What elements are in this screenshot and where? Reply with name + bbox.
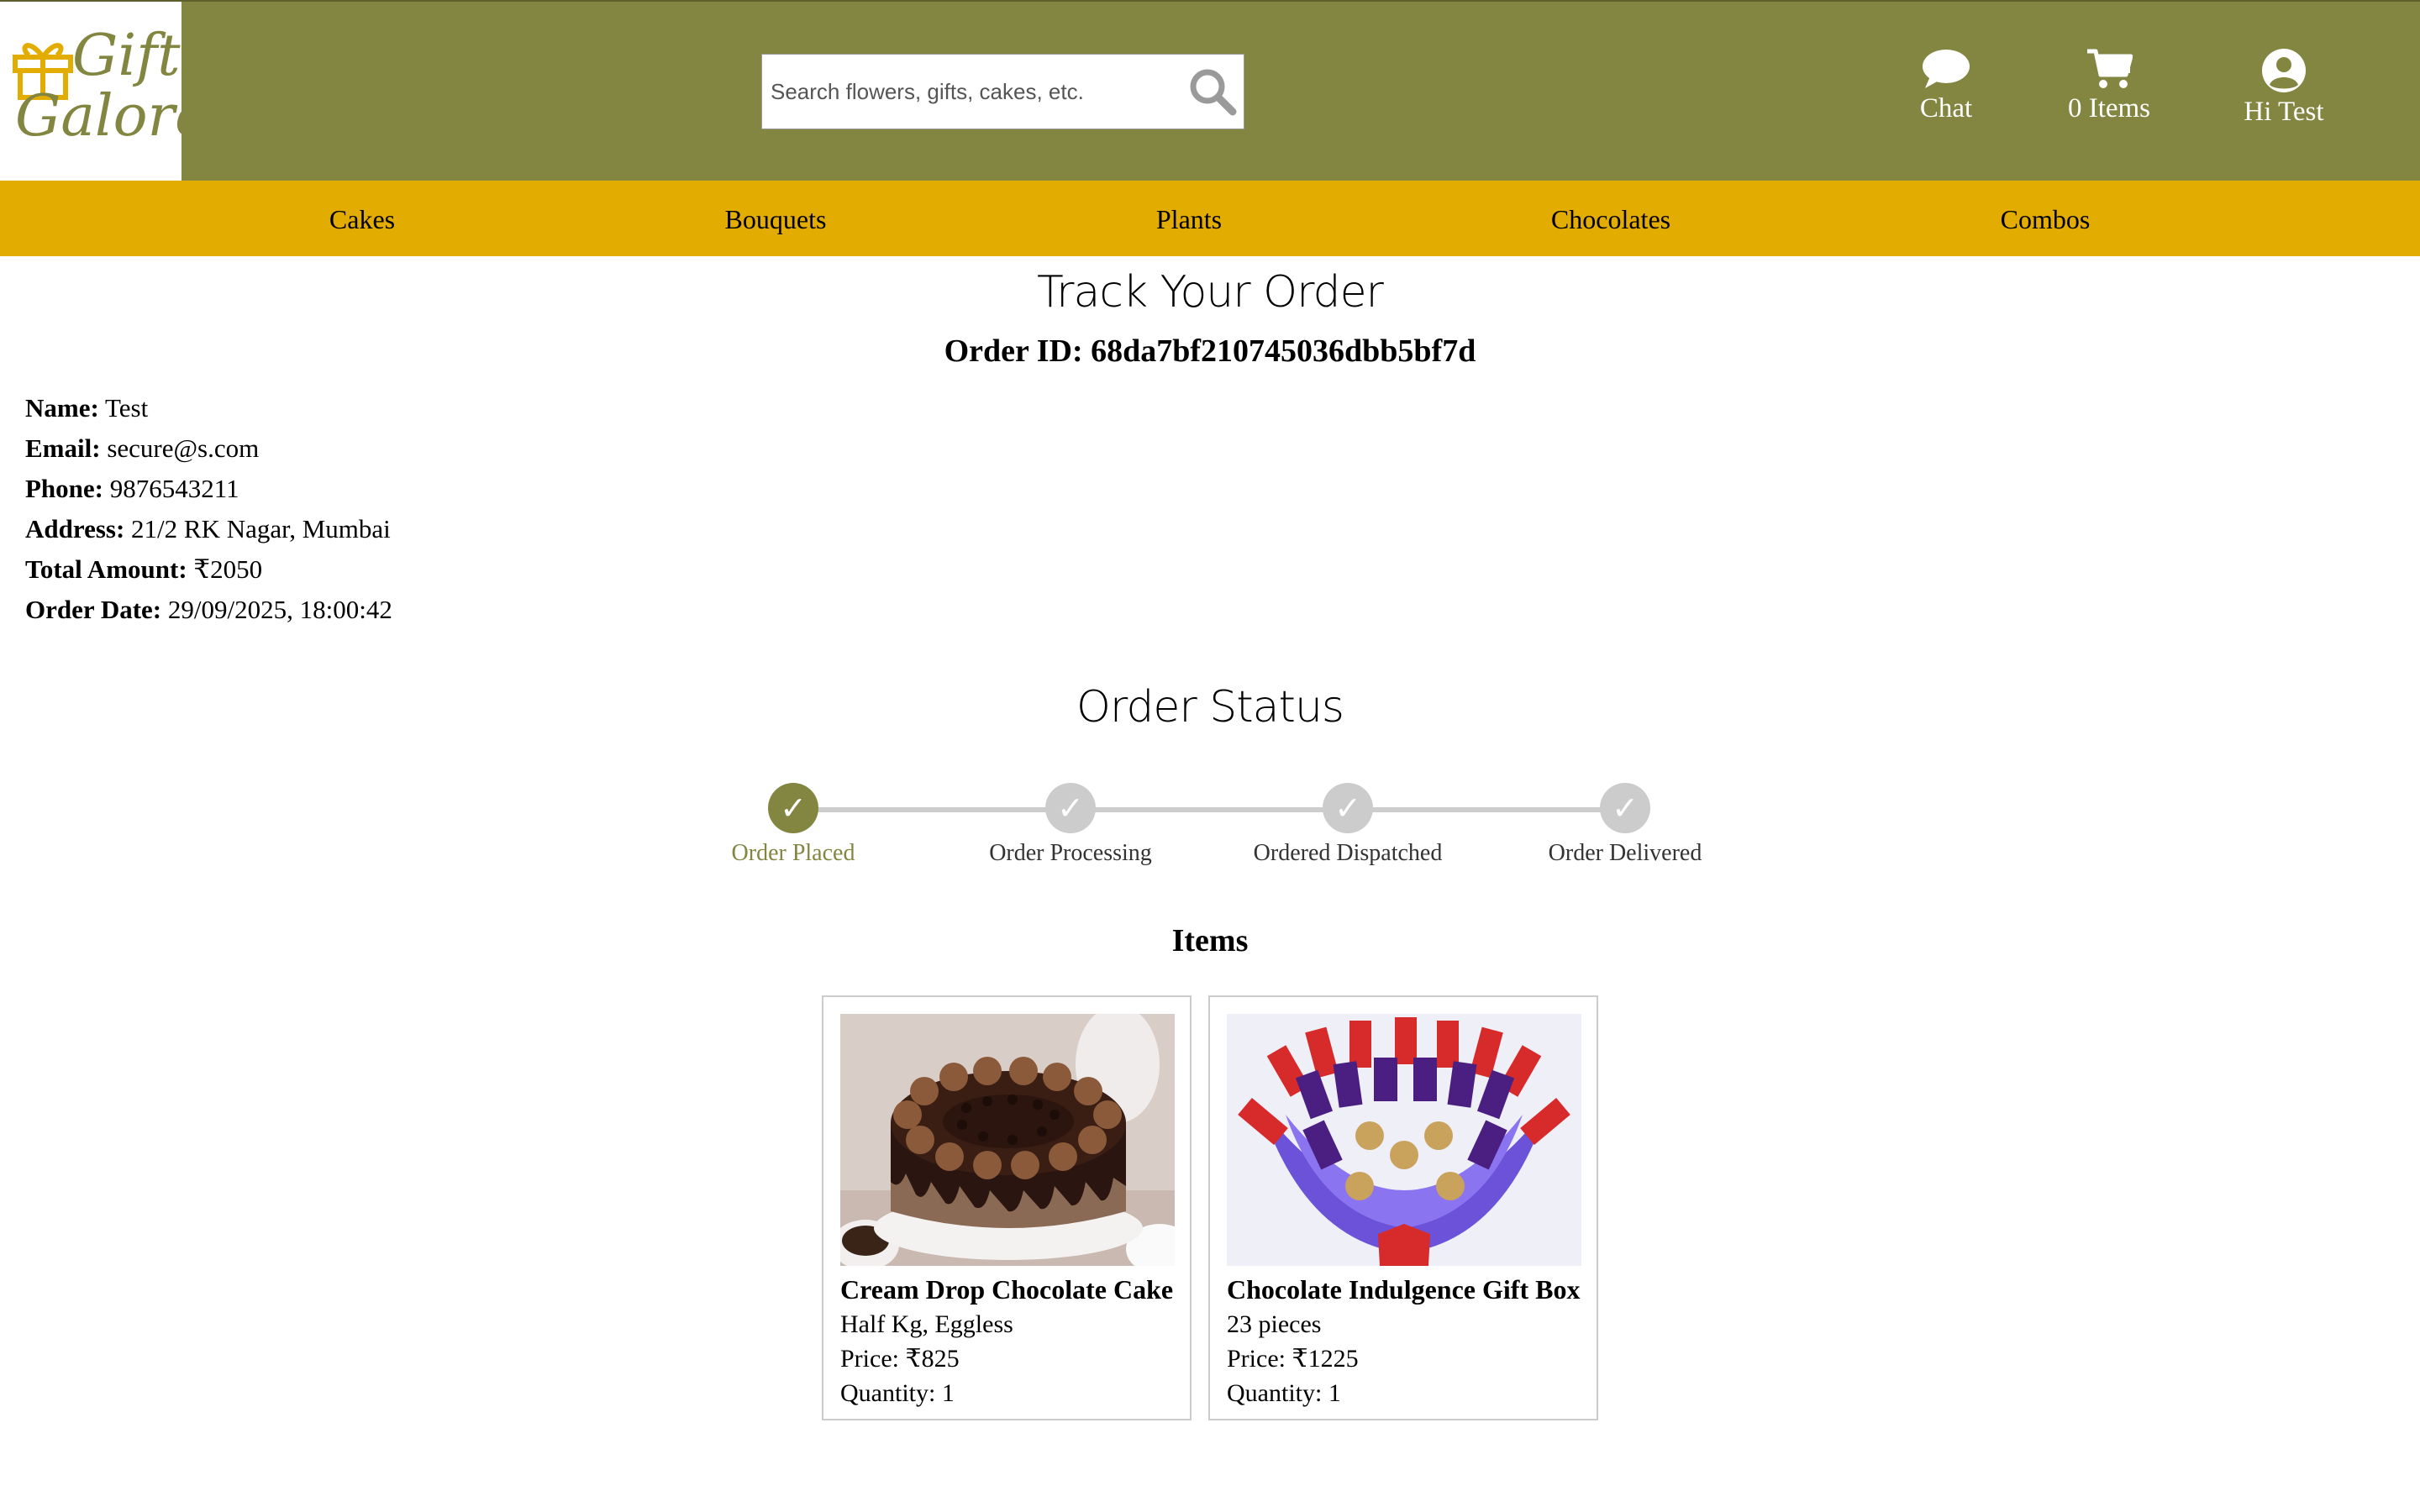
detail-value: 21/2 RK Nagar, Mumbai xyxy=(131,514,391,543)
detail-name: Name: Test xyxy=(25,388,392,428)
item-quantity: Quantity: 1 xyxy=(840,1379,955,1407)
category-nav: Cakes Bouquets Plants Chocolates Combos xyxy=(0,181,2420,256)
items-title: Items xyxy=(1171,923,1249,958)
item-info: Chocolate Indulgence Gift Box 23 pieces … xyxy=(1227,1273,1580,1410)
detail-label: Total Amount: xyxy=(25,554,187,584)
detail-label: Address: xyxy=(25,514,125,543)
search-box xyxy=(761,54,1244,129)
chat-button[interactable]: Chat xyxy=(1907,48,1985,124)
chat-icon xyxy=(1923,50,1970,88)
detail-label: Order Date: xyxy=(25,595,162,624)
item-price: Price: ₹825 xyxy=(840,1345,960,1373)
logo[interactable]: Gift Galore xyxy=(0,2,208,182)
order-id: Order ID: 68da7bf210745036dbb5bf7d xyxy=(944,333,1476,369)
search-input[interactable] xyxy=(762,55,1174,129)
step-order-dispatched: ✓ Ordered Dispatched xyxy=(1222,783,1474,867)
detail-value: Test xyxy=(105,393,149,423)
account-button[interactable]: Hi Test xyxy=(2233,48,2334,128)
step-order-delivered: ✓ Order Delivered xyxy=(1499,783,1751,867)
check-icon: ✓ xyxy=(768,783,818,833)
order-details: Name: Test Email: secure@s.com Phone: 98… xyxy=(25,388,392,630)
detail-total-amount: Total Amount: ₹2050 xyxy=(25,549,392,590)
detail-address: Address: 21/2 RK Nagar, Mumbai xyxy=(25,509,392,549)
detail-value: 9876543211 xyxy=(109,474,239,503)
detail-label: Name: xyxy=(25,393,99,423)
detail-value: ₹2050 xyxy=(193,554,263,584)
item-variant: 23 pieces xyxy=(1227,1310,1322,1338)
item-card: Cream Drop Chocolate Cake Half Kg, Eggle… xyxy=(822,995,1192,1420)
cake-image xyxy=(840,1014,1175,1266)
chocolate-bouquet-image xyxy=(1227,1014,1581,1266)
check-icon: ✓ xyxy=(1045,783,1096,833)
page-title: Track Your Order xyxy=(1037,267,1384,318)
cart-label: 0 Items xyxy=(2067,93,2151,123)
step-label: Order Placed xyxy=(731,840,855,866)
detail-value: 29/09/2025, 18:00:42 xyxy=(167,595,392,624)
detail-phone: Phone: 9876543211 xyxy=(25,469,392,509)
item-info: Cream Drop Chocolate Cake Half Kg, Eggle… xyxy=(840,1273,1173,1410)
top-header: Gift Galore Chat 0 Items Hi xyxy=(0,0,2420,182)
order-status-title: Order Status xyxy=(1076,682,1344,732)
step-label: Order Processing xyxy=(989,840,1152,866)
detail-email: Email: secure@s.com xyxy=(25,428,392,469)
check-icon: ✓ xyxy=(1323,783,1373,833)
step-order-processing: ✓ Order Processing xyxy=(944,783,1197,867)
search-icon[interactable] xyxy=(1187,66,1238,117)
category-plants[interactable]: Plants xyxy=(1156,181,1222,256)
detail-value: secure@s.com xyxy=(107,433,260,463)
chat-label: Chat xyxy=(1919,93,1973,123)
item-variant: Half Kg, Eggless xyxy=(840,1310,1013,1338)
detail-label: Email: xyxy=(25,433,101,463)
step-order-placed: ✓ Order Placed xyxy=(667,783,919,867)
step-label: Ordered Dispatched xyxy=(1253,840,1443,866)
item-price: Price: ₹1225 xyxy=(1227,1345,1359,1373)
check-icon: ✓ xyxy=(1600,783,1650,833)
user-greeting: Hi Test xyxy=(2244,97,2324,127)
item-name: Cream Drop Chocolate Cake xyxy=(840,1274,1174,1305)
item-name: Chocolate Indulgence Gift Box xyxy=(1227,1274,1581,1305)
logo-line-1: Gift xyxy=(72,23,181,89)
category-combos[interactable]: Combos xyxy=(2001,181,2091,256)
cart-icon xyxy=(2087,49,2133,88)
category-cakes[interactable]: Cakes xyxy=(329,181,395,256)
category-bouquets[interactable]: Bouquets xyxy=(725,181,827,256)
item-card: Chocolate Indulgence Gift Box 23 pieces … xyxy=(1208,995,1598,1420)
item-quantity: Quantity: 1 xyxy=(1227,1379,1341,1407)
detail-label: Phone: xyxy=(25,474,103,503)
cart-button[interactable]: 0 Items xyxy=(2059,48,2160,124)
step-label: Order Delivered xyxy=(1548,840,1702,866)
user-circle-icon xyxy=(2262,49,2306,92)
logo-line-2: Galore xyxy=(15,83,209,150)
category-chocolates[interactable]: Chocolates xyxy=(1551,181,1670,256)
detail-order-date: Order Date: 29/09/2025, 18:00:42 xyxy=(25,590,392,630)
